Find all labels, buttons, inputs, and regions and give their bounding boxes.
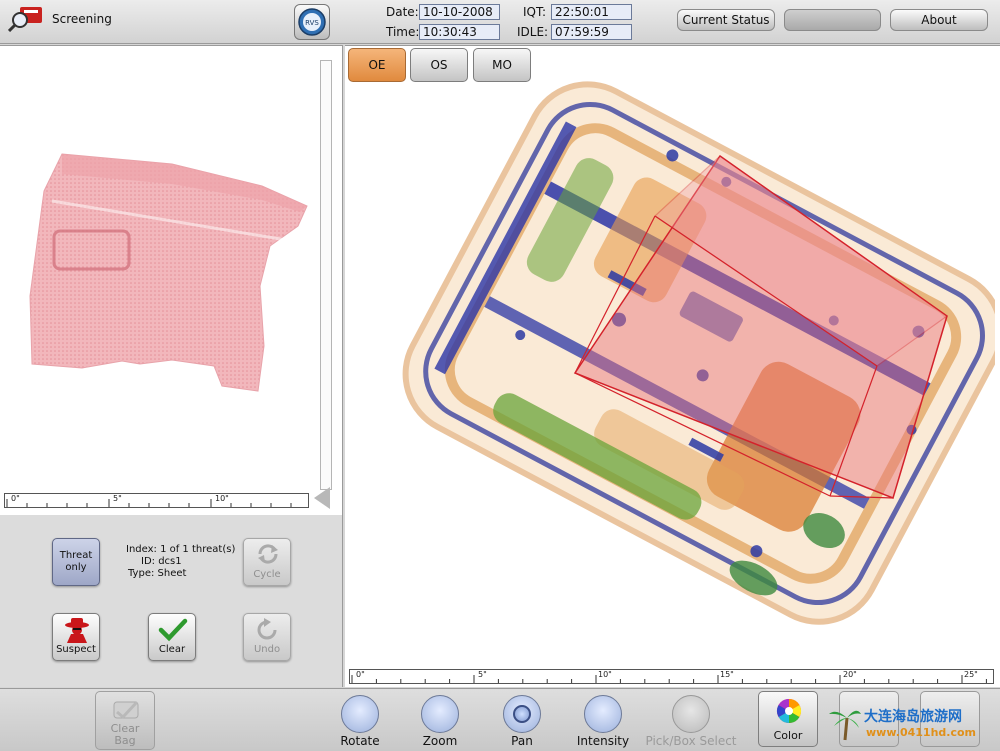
main-ruler: 0" 5" 10" 15" 20" 25": [349, 669, 994, 684]
xray-main-view[interactable]: OE OS MO 0" 5" 10" 15" 20" 25": [345, 45, 1000, 687]
screening-magnifier-icon: [8, 7, 42, 32]
rotate-tool-label: Rotate: [340, 734, 380, 748]
undo-button[interactable]: Undo: [243, 613, 291, 661]
clear-bag-icon: [113, 700, 139, 720]
suspect-button[interactable]: Suspect: [52, 613, 100, 661]
date-value: 10-10-2008: [419, 4, 500, 20]
idle-label: IDLE:: [517, 25, 549, 39]
screening-app: Screening RVS Date: 10-10-2008 Time: 10:…: [0, 0, 1000, 751]
intensity-tool-button[interactable]: [584, 695, 622, 733]
clear-label: Clear: [158, 644, 186, 655]
app-title: Screening: [52, 12, 112, 26]
pan-selected-indicator: [513, 705, 531, 723]
watermark-line2: www.0411hd.com: [866, 726, 976, 739]
pick-box-select-tool-button[interactable]: [672, 695, 710, 733]
threat-type: Type: Sheet: [128, 568, 187, 579]
threat-controls: Threat only Index: 1 of 1 threat(s) ID: …: [0, 515, 343, 687]
time-label: Time:: [386, 25, 420, 39]
cycle-icon: [258, 544, 278, 564]
threat-id: ID: dcs1: [141, 556, 182, 567]
rvs-logo-button[interactable]: RVS: [294, 4, 330, 40]
iqt-value: 22:50:01: [551, 4, 632, 20]
checkmark-icon: [158, 618, 188, 642]
threat-only-label: Threat only: [59, 550, 93, 573]
cycle-label: Cycle: [253, 569, 281, 580]
svg-text:RVS: RVS: [305, 19, 319, 27]
date-label: Date:: [386, 5, 419, 19]
left-ruler: 0" 5" 10": [4, 493, 309, 508]
threat-object-render: [29, 153, 308, 392]
pan-tool-label: Pan: [511, 734, 533, 748]
about-button[interactable]: About: [890, 9, 988, 31]
suspect-spy-icon: [65, 618, 89, 643]
zoom-tool-label: Zoom: [422, 734, 458, 748]
ruler-slider-handle[interactable]: [314, 487, 330, 509]
clear-bag-label: Clear Bag: [110, 722, 140, 747]
undo-icon: [257, 618, 277, 640]
color-label: Color: [773, 729, 803, 742]
xray-bag-image: [402, 81, 995, 625]
top-bar: Screening RVS Date: 10-10-2008 Time: 10:…: [0, 0, 1000, 44]
rotate-tool-button[interactable]: [341, 695, 379, 733]
threat-only-toggle[interactable]: Threat only: [52, 538, 100, 586]
threat-index: Index: 1 of 1 threat(s): [126, 544, 236, 555]
blank-button[interactable]: [784, 9, 881, 31]
current-status-button[interactable]: Current Status: [677, 9, 775, 31]
zoom-tool-button[interactable]: [421, 695, 459, 733]
cycle-button[interactable]: Cycle: [243, 538, 291, 586]
intensity-tool-label: Intensity: [576, 734, 630, 748]
palm-tree-logo: [829, 710, 861, 741]
undo-label: Undo: [253, 644, 281, 655]
vertical-scrollbar[interactable]: [320, 60, 332, 490]
threat-detail-view[interactable]: 0" 5" 10": [0, 45, 343, 515]
clear-threat-button[interactable]: Clear: [148, 613, 196, 661]
suspect-label: Suspect: [56, 644, 96, 655]
rvs-logo-icon: RVS: [298, 8, 326, 36]
color-button[interactable]: Color: [758, 691, 818, 747]
left-ruler-marks: [6, 499, 292, 507]
time-value: 10:30:43: [419, 24, 500, 40]
app-title-area: Screening: [8, 6, 112, 32]
iqt-label: IQT:: [523, 5, 547, 19]
clear-bag-button[interactable]: Clear Bag: [95, 691, 155, 750]
pan-tool-button[interactable]: [503, 695, 541, 733]
site-watermark: 大连海岛旅游网 www.0411hd.com: [828, 704, 994, 744]
watermark-line1: 大连海岛旅游网: [864, 709, 962, 725]
idle-value: 07:59:59: [551, 24, 632, 40]
pick-box-select-tool-label: Pick/Box Select: [645, 734, 737, 748]
main-ruler-marks: [351, 675, 987, 683]
color-wheel-icon: [776, 699, 802, 723]
